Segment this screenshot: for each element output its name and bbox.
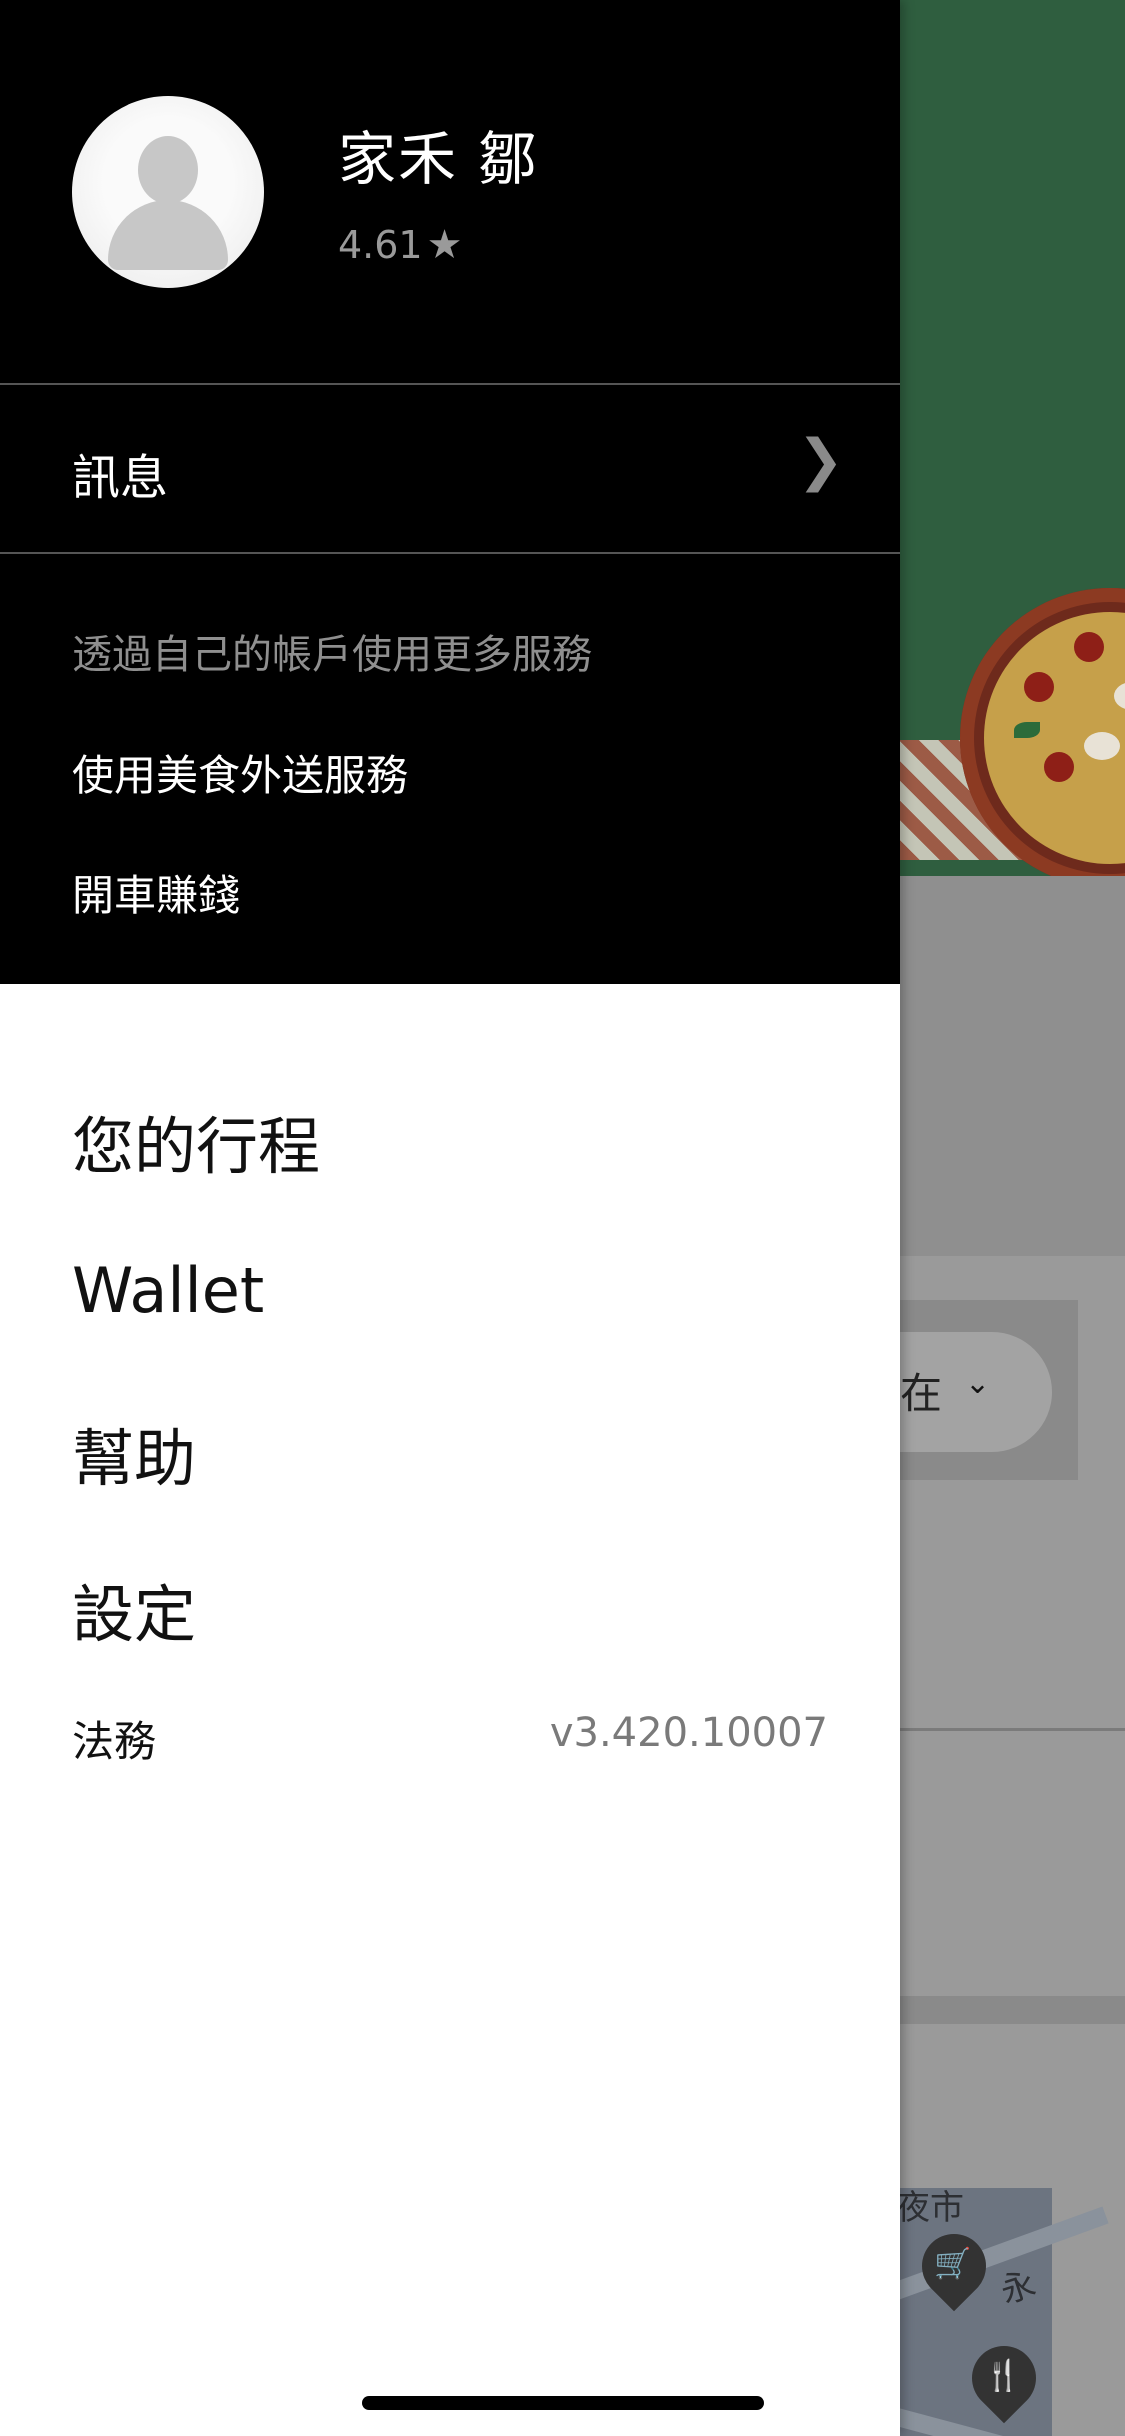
user-rating: 4.61 ★ <box>338 222 462 268</box>
messages-label: 訊息 <box>72 450 169 506</box>
food-delivery-link[interactable]: 使用美食外送服務 <box>72 742 408 803</box>
legal-link[interactable]: 法務 <box>72 1708 156 1769</box>
home-indicator[interactable] <box>362 2396 764 2410</box>
app-version: v3.420.10007 <box>549 1710 828 1756</box>
map-label: 永 <box>995 2263 1041 2313</box>
drawer-header: 家禾 鄒 4.61 ★ 訊息 ❯ 透過自己的帳戶使用更多服務 使用美食外送服務 … <box>0 0 900 984</box>
section-divider <box>900 1996 1125 2024</box>
content-card <box>900 876 1125 1256</box>
time-selector-label: 在 <box>900 1369 943 1418</box>
divider <box>0 552 900 554</box>
menu-item-settings[interactable]: 設定 <box>72 1564 196 1654</box>
menu-item-your-trips[interactable]: 您的行程 <box>72 1096 320 1186</box>
star-icon: ★ <box>426 222 463 268</box>
menu-item-wallet[interactable]: Wallet <box>72 1254 264 1327</box>
shopping-cart-pin-icon[interactable]: 🛒 <box>908 2220 1000 2312</box>
divider <box>0 383 900 385</box>
menu-item-help[interactable]: 幫助 <box>72 1408 196 1498</box>
screen: 在 ⌄ 夜市 永 🛒 🍴 家禾 鄒 4.61 ★ 訊息 ❯ 透過自己的帳戶使用更… <box>0 0 1125 2436</box>
drive-earn-link[interactable]: 開車賺錢 <box>72 862 240 923</box>
more-services-heading: 透過自己的帳戶使用更多服務 <box>72 632 592 678</box>
map-label: 夜市 <box>896 2188 964 2228</box>
restaurant-pin-icon[interactable]: 🍴 <box>958 2332 1050 2424</box>
user-name[interactable]: 家禾 鄒 <box>338 112 538 196</box>
chevron-down-icon: ⌄ <box>965 1366 991 1401</box>
messages-row[interactable]: 訊息 ❯ <box>0 386 900 552</box>
map-thumbnail[interactable]: 夜市 永 🛒 🍴 <box>857 2188 1109 2436</box>
avatar[interactable] <box>72 96 264 288</box>
divider <box>900 1728 1125 1731</box>
side-drawer: 家禾 鄒 4.61 ★ 訊息 ❯ 透過自己的帳戶使用更多服務 使用美食外送服務 … <box>0 0 900 2436</box>
rating-value: 4.61 <box>338 223 423 267</box>
chevron-right-icon: ❯ <box>797 428 844 493</box>
person-silhouette-icon <box>138 136 198 204</box>
